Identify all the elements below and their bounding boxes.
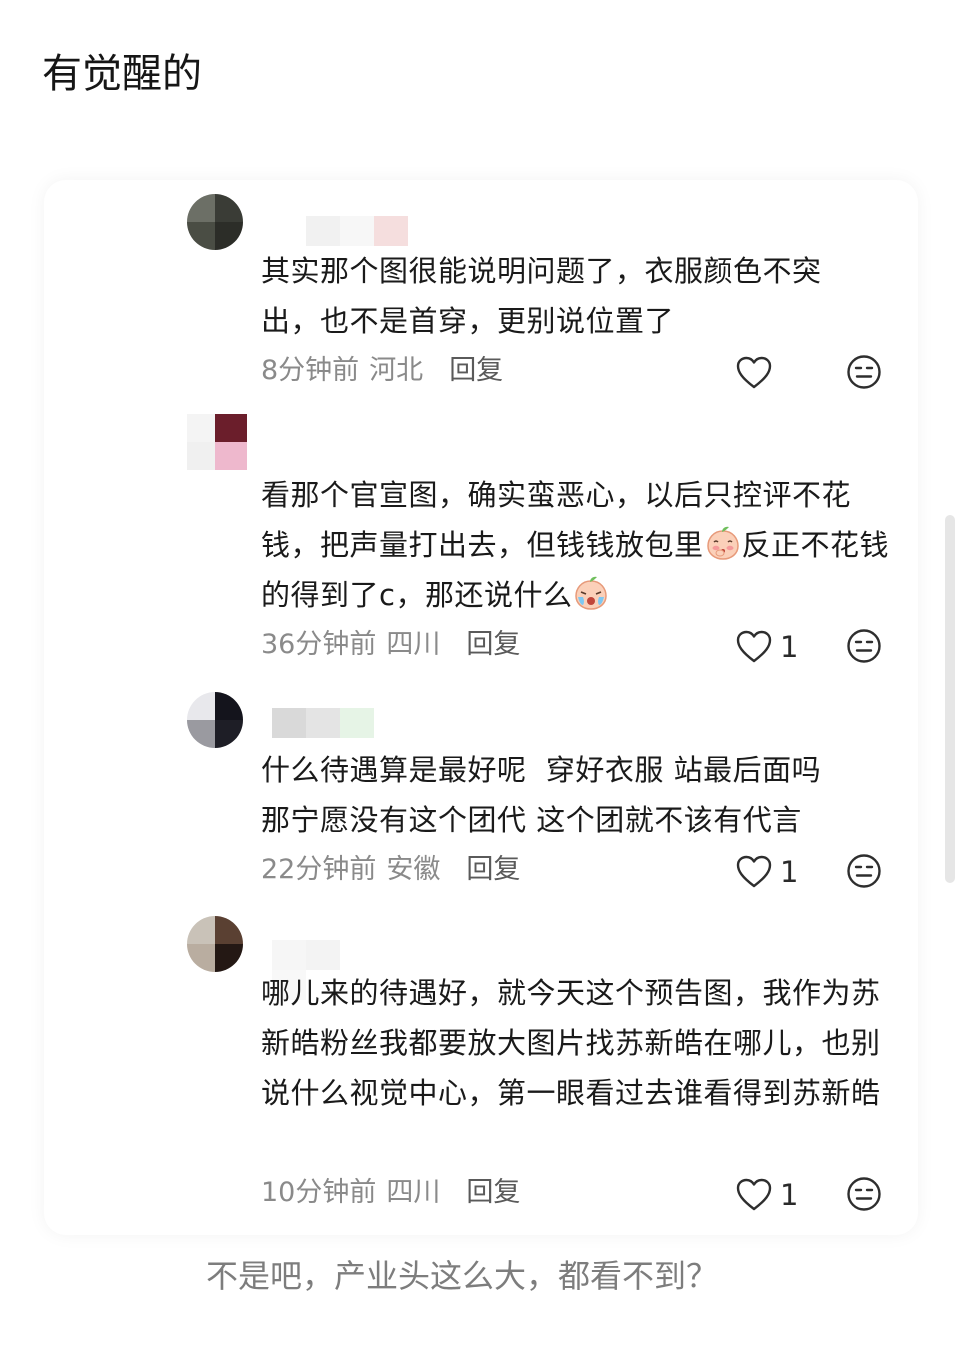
like-button[interactable]: 1 xyxy=(736,1175,798,1215)
heart-outline-icon xyxy=(736,356,772,389)
reply-button[interactable]: 回复 xyxy=(466,625,520,665)
crying-peach-emoji xyxy=(573,575,609,611)
comment-text: 看那个官宣图，确实蛮恶心，以后只控评不花钱，把声量打出去，但钱钱放包里 反正不花… xyxy=(261,470,891,620)
heart-outline-icon xyxy=(736,1178,772,1211)
comment-line-2: 那宁愿没有这个团代 这个团就不该有代言 xyxy=(261,803,802,837)
page-title: 有觉醒的 xyxy=(42,51,202,97)
reply-button[interactable]: 回复 xyxy=(466,1173,520,1213)
avatar[interactable] xyxy=(187,414,247,470)
caption-text: 不是吧，产业头这么大，都看不到？ xyxy=(206,1257,719,1295)
comment-time: 36分钟前 xyxy=(261,629,377,660)
neutral-face-icon[interactable] xyxy=(846,628,882,664)
like-button[interactable]: 1 xyxy=(736,852,798,892)
like-count: 1 xyxy=(780,1178,799,1212)
shy-peach-emoji xyxy=(705,525,741,561)
comment-time: 10分钟前 xyxy=(261,1177,377,1208)
neutral-face-icon[interactable] xyxy=(846,354,882,390)
username-blurred[interactable] xyxy=(306,216,416,246)
comment-line-1: 什么待遇算是最好呢 穿好衣服 站最后面吗 xyxy=(261,753,822,787)
comment-time: 22分钟前 xyxy=(261,854,377,885)
neutral-face-icon[interactable] xyxy=(846,1176,882,1212)
comment-meta: 10分钟前 四川 回复 xyxy=(261,1173,520,1213)
heart-outline-icon xyxy=(736,630,772,663)
comment-location: 安徽 xyxy=(386,854,441,885)
comment-meta: 22分钟前 安徽 回复 xyxy=(261,850,520,890)
comment-time: 8分钟前 xyxy=(261,355,360,386)
comment-meta: 8分钟前 河北 回复 xyxy=(261,351,503,391)
comment-location: 四川 xyxy=(386,1177,441,1208)
comment-text: 什么待遇算是最好呢 穿好衣服 站最后面吗 那宁愿没有这个团代 这个团就不该有代言 xyxy=(261,745,901,845)
like-count: 1 xyxy=(780,630,799,664)
scrollbar[interactable] xyxy=(945,515,955,883)
like-button[interactable] xyxy=(736,353,772,393)
username-blurred[interactable] xyxy=(272,940,372,1000)
reply-button[interactable]: 回复 xyxy=(449,351,503,391)
comment-text: 哪儿来的待遇好，就今天这个预告图，我作为苏新皓粉丝我都要放大图片找苏新皓在哪儿，… xyxy=(261,976,881,1110)
username-blurred[interactable] xyxy=(272,708,374,738)
like-count: 1 xyxy=(780,855,799,889)
comment-location: 河北 xyxy=(369,355,424,386)
neutral-face-icon[interactable] xyxy=(846,853,882,889)
reply-button[interactable]: 回复 xyxy=(466,850,520,890)
like-button[interactable]: 1 xyxy=(736,627,798,667)
avatar[interactable] xyxy=(187,194,243,250)
comment-text: 其实那个图很能说明问题了，衣服颜色不突出，也不是首穿，更别说位置了 xyxy=(261,254,822,338)
avatar[interactable] xyxy=(187,916,243,972)
comment-location: 四川 xyxy=(386,629,441,660)
comment-meta: 36分钟前 四川 回复 xyxy=(261,625,520,665)
avatar[interactable] xyxy=(187,692,243,748)
heart-outline-icon xyxy=(736,855,772,888)
